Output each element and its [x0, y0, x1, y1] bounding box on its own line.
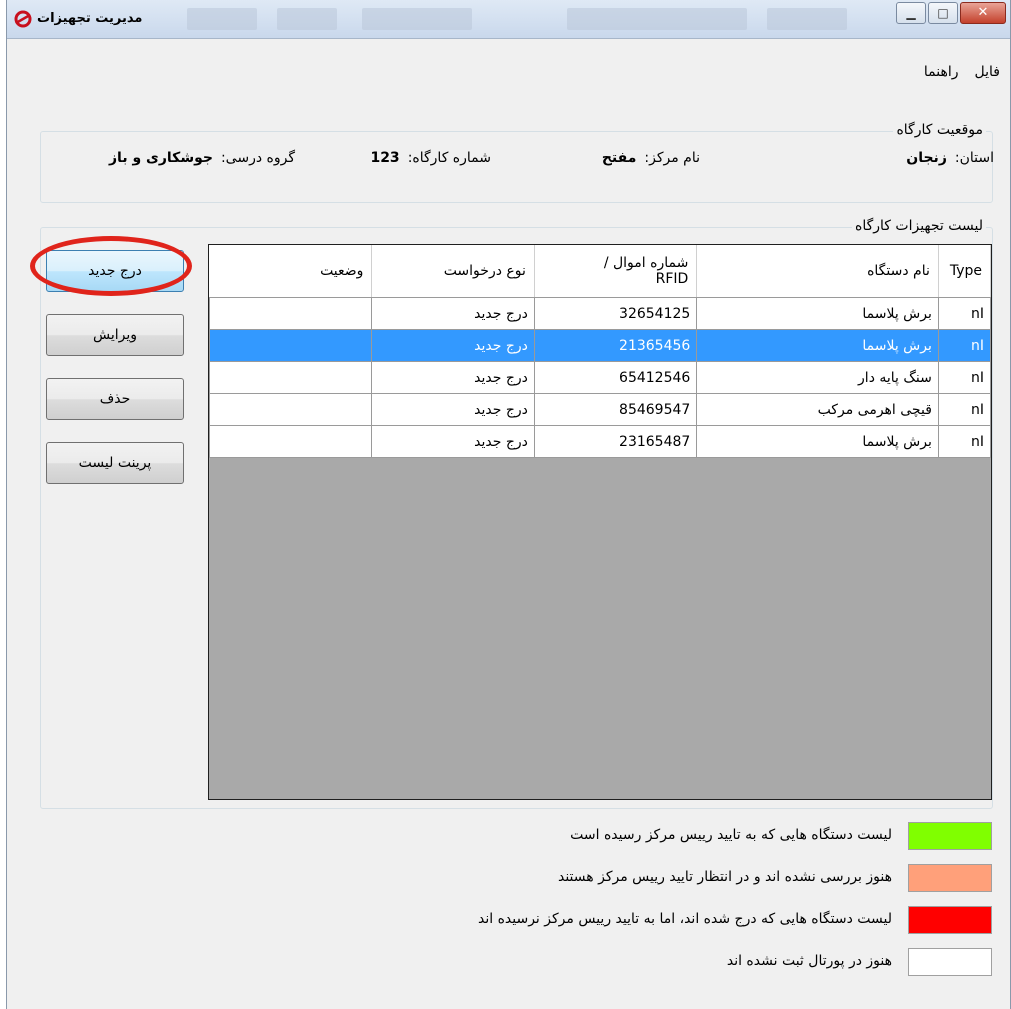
cell-rfid: 21365456 — [533, 329, 698, 362]
workshop-info: شماره کارگاه: 123 — [370, 150, 491, 170]
province-info: استان: زنجان — [906, 150, 994, 170]
close-icon: ✕ — [977, 5, 989, 20]
cell-name: برش پلاسما — [696, 425, 939, 458]
center-value: مفتح — [601, 150, 637, 166]
legend-unregistered-text: هنوز در پورتال ثبت نشده اند — [726, 953, 892, 969]
title-blur — [187, 8, 257, 30]
legend-approved-text: لیست دستگاه هایی که به تایید رییس مرکز ر… — [570, 827, 892, 843]
column-header-rfid[interactable]: شماره اموال / RFID — [534, 245, 698, 298]
legend-approved: لیست دستگاه هایی که به تایید رییس مرکز ر… — [360, 822, 992, 850]
print-list-button[interactable]: پرینت لیست — [46, 442, 184, 484]
cell-status — [209, 425, 373, 458]
cell-status — [209, 297, 373, 330]
rfid-header-line1: شماره اموال / — [603, 255, 689, 271]
highlight-ellipse — [30, 236, 192, 296]
cell-status — [209, 329, 373, 362]
cell-request: درج جدید — [371, 361, 535, 394]
cell-request: درج جدید — [371, 297, 535, 330]
cell-request: درج جدید — [371, 393, 535, 426]
column-header-type[interactable]: Type — [938, 245, 991, 298]
title-blur — [567, 8, 747, 30]
legend-pending-swatch — [908, 864, 992, 892]
table-row[interactable]: درج جدید 85469547 قیچی اهرمی مرکب nI — [209, 393, 991, 426]
title-blur — [767, 8, 847, 30]
workshop-value: 123 — [370, 150, 400, 166]
caption-buttons: ▁ □ ✕ — [894, 2, 1006, 24]
group-label: گروه درسی: — [220, 150, 295, 166]
cell-name: قیچی اهرمی مرکب — [696, 393, 939, 426]
minimize-icon: ▁ — [906, 6, 916, 20]
group-info: گروه درسی: جوشکاری و باز — [109, 150, 295, 170]
cell-type: nI — [937, 425, 991, 458]
cell-type: nI — [937, 297, 991, 330]
equipment-table: وضعیت نوع درخواست شماره اموال / RFID نام … — [209, 245, 991, 458]
cell-request: درج جدید — [371, 425, 535, 458]
table-row[interactable]: درج جدید 23165487 برش پلاسما nI — [209, 425, 991, 458]
cell-request: درج جدید — [371, 329, 535, 362]
cell-name: برش پلاسما — [696, 297, 939, 330]
header-row: وضعیت نوع درخواست شماره اموال / RFID نام … — [209, 245, 991, 298]
province-label: استان: — [954, 150, 994, 166]
column-header-request[interactable]: نوع درخواست — [371, 245, 535, 298]
legend-not-approved-swatch — [908, 906, 992, 934]
legend-pending: هنوز بررسی نشده اند و در انتظار تایید ری… — [360, 864, 992, 892]
center-label: نام مرکز: — [644, 150, 700, 166]
cell-type: nI — [937, 393, 991, 426]
title-bar[interactable]: مدیریت تجهیزات ▁ □ ✕ — [7, 0, 1010, 39]
edit-button[interactable]: ویرایش — [46, 314, 184, 356]
window-title: مدیریت تجهیزات — [37, 11, 143, 26]
minimize-button[interactable]: ▁ — [896, 2, 926, 24]
group-value: جوشکاری و باز — [109, 150, 213, 166]
legend-not-approved-text: لیست دستگاه هایی که درج شده اند، اما به … — [477, 911, 892, 927]
menu-file[interactable]: فایل — [975, 64, 1000, 84]
column-header-status[interactable]: وضعیت — [209, 245, 373, 298]
app-logo-icon — [14, 10, 32, 28]
cell-status — [209, 361, 373, 394]
legend-unregistered-swatch — [908, 948, 992, 976]
rfid-header-line2: RFID — [655, 271, 689, 287]
center-info: نام مرکز: مفتح — [602, 150, 700, 170]
title-blur — [277, 8, 337, 30]
cell-rfid: 32654125 — [533, 297, 698, 330]
cell-name: سنگ پایه دار — [696, 361, 939, 394]
cell-type: nI — [937, 361, 991, 394]
table-row[interactable]: درج جدید 32654125 برش پلاسما nI — [209, 297, 991, 330]
cell-type: nI — [937, 329, 991, 362]
legend-pending-text: هنوز بررسی نشده اند و در انتظار تایید ری… — [557, 869, 892, 885]
cell-rfid: 65412546 — [533, 361, 698, 394]
table-row-selected[interactable]: درج جدید 21365456 برش پلاسما nI — [209, 329, 991, 362]
equipment-grid[interactable]: وضعیت نوع درخواست شماره اموال / RFID نام … — [208, 244, 992, 800]
maximize-icon: □ — [937, 6, 949, 20]
province-value: زنجان — [906, 150, 947, 166]
legend-unregistered: هنوز در پورتال ثبت نشده اند — [360, 948, 992, 976]
cell-rfid: 23165487 — [533, 425, 698, 458]
cell-name: برش پلاسما — [696, 329, 939, 362]
cell-rfid: 85469547 — [533, 393, 698, 426]
cell-status — [209, 393, 373, 426]
close-button[interactable]: ✕ — [960, 2, 1006, 24]
workshop-label: شماره کارگاه: — [407, 150, 491, 166]
table-row[interactable]: درج جدید 65412546 سنگ پایه دار nI — [209, 361, 991, 394]
legend-approved-swatch — [908, 822, 992, 850]
delete-button[interactable]: حذف — [46, 378, 184, 420]
column-header-name[interactable]: نام دستگاه — [696, 245, 939, 298]
location-legend: موقعیت کارگاه — [893, 122, 986, 138]
legend-not-approved: لیست دستگاه هایی که درج شده اند، اما به … — [360, 906, 992, 934]
menu-bar: فایل راهنما — [924, 64, 1000, 84]
maximize-button[interactable]: □ — [928, 2, 958, 24]
equipment-legend: لیست تجهیزات کارگاه — [852, 218, 986, 234]
title-blur — [362, 8, 472, 30]
menu-help[interactable]: راهنما — [924, 64, 959, 84]
